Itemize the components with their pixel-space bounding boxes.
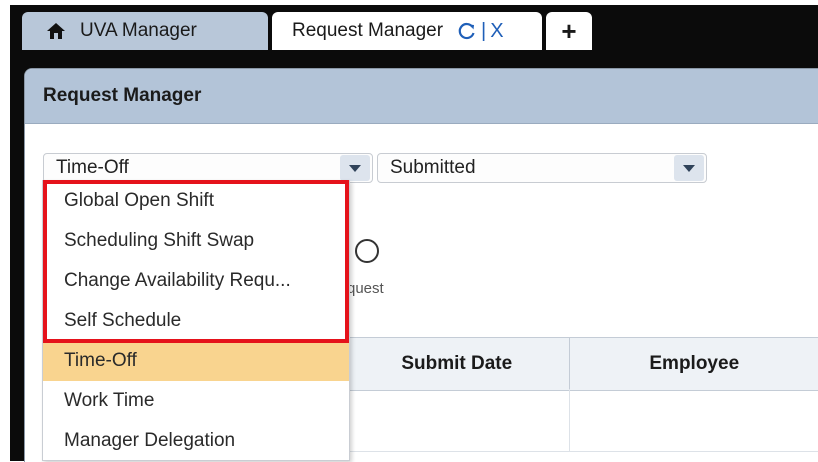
add-request-icon[interactable]: [355, 239, 379, 263]
close-tab-button[interactable]: X: [490, 20, 503, 43]
tab-request-manager[interactable]: Request Manager | X: [272, 12, 542, 50]
dropdown-item-change-availability-request[interactable]: Change Availability Requ...: [43, 261, 349, 301]
chevron-down-icon: [683, 164, 695, 172]
status-value: Submitted: [390, 157, 476, 178]
add-request-label: quest: [347, 280, 384, 297]
request-type-value: Time-Off: [56, 157, 129, 178]
refresh-icon[interactable]: [457, 21, 477, 41]
plus-icon: +: [561, 15, 577, 46]
add-tab-button[interactable]: +: [546, 12, 592, 50]
panel-title: Request Manager: [43, 85, 202, 106]
tab-label: UVA Manager: [80, 20, 197, 41]
status-select[interactable]: Submitted: [377, 153, 707, 183]
dropdown-item-time-off[interactable]: Time-Off: [43, 341, 349, 381]
dropdown-item-scheduling-shift-swap[interactable]: Scheduling Shift Swap: [43, 221, 349, 261]
status-dropdown-button[interactable]: [674, 155, 704, 181]
column-employee[interactable]: Employee: [570, 338, 818, 390]
home-icon: [47, 23, 65, 39]
dropdown-item-global-open-shift[interactable]: Global Open Shift: [43, 181, 349, 221]
column-submit-date[interactable]: Submit Date: [345, 338, 570, 390]
dropdown-item-self-schedule[interactable]: Self Schedule: [43, 301, 349, 341]
chevron-down-icon: [349, 164, 361, 172]
request-type-dropdown-list: Global Open Shift Scheduling Shift Swap …: [42, 180, 350, 461]
table-cell: [345, 389, 570, 451]
dropdown-item-manager-delegation[interactable]: Manager Delegation: [43, 421, 349, 461]
tab-uva-manager[interactable]: UVA Manager: [22, 12, 268, 50]
tab-separator: |: [481, 19, 487, 42]
table-row: [345, 389, 818, 452]
request-type-dropdown-button[interactable]: [340, 155, 370, 181]
request-type-select[interactable]: Time-Off: [43, 153, 373, 183]
grid-header: Submit Date Employee: [345, 337, 818, 391]
dropdown-item-work-time[interactable]: Work Time: [43, 381, 349, 421]
tab-label: Request Manager: [292, 20, 444, 41]
panel-header: Request Manager: [25, 69, 818, 124]
